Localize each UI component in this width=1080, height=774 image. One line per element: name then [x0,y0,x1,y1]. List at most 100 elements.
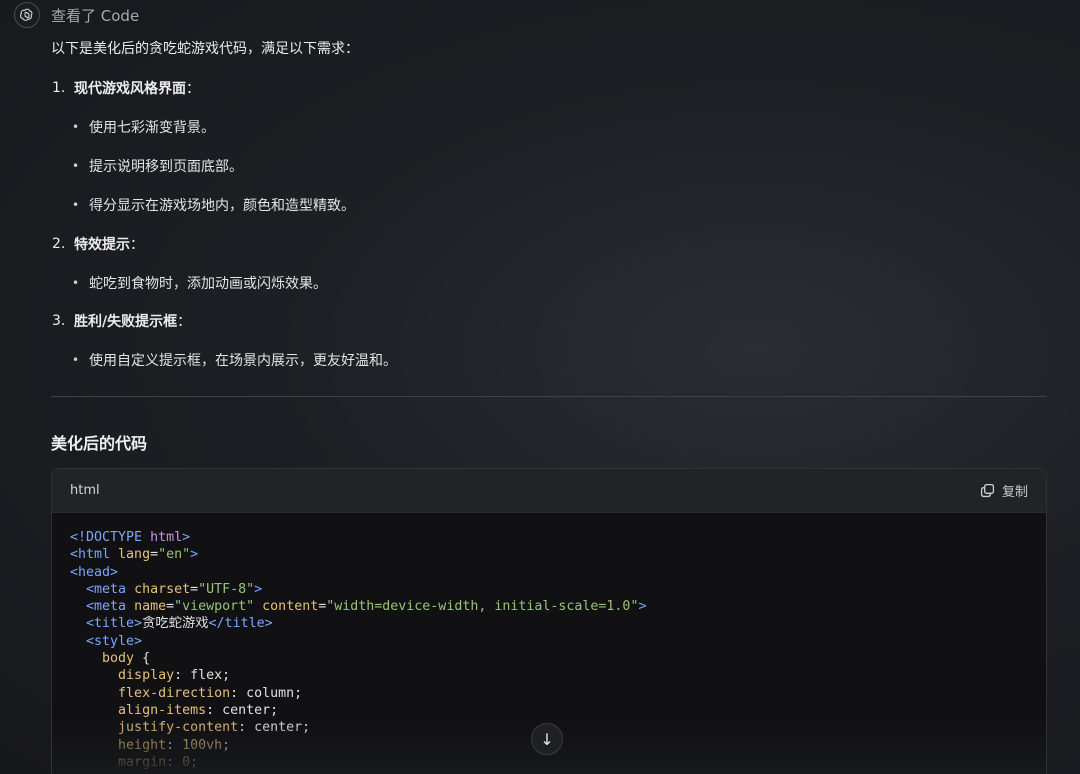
list-number: 2. [52,236,66,252]
code-token: name [134,599,167,615]
list-number: 1. [52,80,66,96]
code-line: <title>贪吃蛇游戏</title> [70,615,1028,632]
code-line: margin: 0; [70,754,1028,771]
copy-button-label: 复制 [1001,485,1028,500]
list-subitem: • 使用七彩渐变背景。 [72,116,1046,138]
subitem-text: 使用自定义提示框，在场景内展示，更友好温和。 [89,353,397,369]
list-item-1: 1. 现代游戏风格界面： [51,77,1046,99]
code-token: html [150,530,183,545]
code-token: <html [70,547,119,563]
list-subitem: • 提示说明移到页面底部。 [72,155,1046,177]
code-token: <!DOCTYPE [70,530,151,545]
code-line: display: flex; [70,667,1028,684]
code-token: = [190,581,199,597]
subitem-text: 提示说明移到页面底部。 [89,159,243,175]
list-item-3: 3. 胜利/失败提示框： [51,310,1046,332]
code-token: lang [118,547,151,563]
code-token: "width=device-width, initial-scale=1.0" [326,599,639,615]
subitem-text: 使用七彩渐变背景。 [89,120,215,136]
code-line: <style> [70,633,1028,650]
code-token: "UTF-8" [198,581,255,597]
code-token: : flex; [174,668,231,684]
code-block-header: html 复制 [52,469,1046,513]
code-token: : [166,754,183,770]
bullet-icon: • [72,159,80,173]
code-token: : column; [230,685,303,701]
list-label: 特效提示 [74,237,130,253]
code-token: > [254,581,263,597]
scroll-to-bottom-button[interactable]: ↓ [531,723,563,755]
code-token: : center; [238,720,311,736]
code-token: : [166,737,183,753]
code-token: <style> [86,633,143,649]
list-label: 现代游戏风格界面 [74,81,186,97]
list-colon: ： [130,237,144,253]
bullet-icon: • [72,198,80,212]
code-line: <!DOCTYPE html> [70,529,1028,546]
copy-button[interactable]: 复制 [980,481,1028,500]
code-language-label: html [70,483,100,498]
list-subitem: • 使用自定义提示框，在场景内展示，更友好温和。 [72,349,1046,371]
code-token: <head> [70,564,119,580]
code-line: <meta charset="UTF-8"> [70,581,1028,598]
code-token: justify-content [118,720,239,736]
code-token: 贪吃蛇游戏 [142,616,209,632]
code-token: "en" [158,547,191,563]
code-line: body { [70,650,1028,667]
divider [51,396,1046,397]
code-token: > [638,599,647,615]
list-item-2: 2. 特效提示： [51,233,1046,255]
list-colon: ： [186,81,200,97]
intro-text: 以下是美化后的贪吃蛇游戏代码，满足以下需求： [51,41,359,57]
code-token: <meta [86,581,135,597]
code-token: > [182,530,191,545]
copy-icon [980,483,995,498]
subitem-text: 得分显示在游戏场地内，颜色和造型精致。 [89,198,355,214]
list-subitem: • 得分显示在游戏场地内，颜色和造型精致。 [72,194,1046,216]
arrow-down-icon: ↓ [540,729,554,749]
code-line: <meta name="viewport" content="width=dev… [70,598,1028,615]
code-token: 0 [182,754,191,770]
list-colon: ： [177,314,192,330]
message-header: 查看了 Code [14,2,139,28]
list-subitem: • 蛇吃到食物时，添加动画或闪烁效果。 [72,272,1046,294]
code-token: "viewport" [174,599,263,615]
code-token: charset [134,581,191,597]
code-token: content [262,599,319,615]
code-line: <html lang="en"> [70,546,1028,563]
code-token: ; [222,737,231,753]
code-token: 100vh [182,737,223,753]
code-token: flex-direction [118,685,231,701]
bullet-icon: • [72,120,80,134]
bullet-icon: • [72,276,80,290]
code-token: : center; [206,702,279,718]
code-token: <meta [86,599,135,615]
code-token: <title> [86,616,143,632]
code-token: align-items [118,702,207,718]
code-line: align-items: center; [70,702,1028,719]
list-label: 胜利/失败提示框 [74,314,178,330]
code-token: height [118,737,167,753]
code-token: = [150,547,159,563]
code-token: = [166,599,175,615]
code-token: margin [118,754,167,770]
code-token: ; [190,754,199,770]
code-line: <head> [70,564,1028,581]
code-token: body [102,651,135,667]
code-token: { [134,651,151,667]
viewed-status-text: 查看了 Code [51,6,140,25]
list-number: 3. [52,313,66,329]
bullet-icon: • [72,353,80,367]
code-token: </title> [208,616,273,632]
assistant-message: 以下是美化后的贪吃蛇游戏代码，满足以下需求： 1. 现代游戏风格界面： • 使用… [51,38,1046,371]
